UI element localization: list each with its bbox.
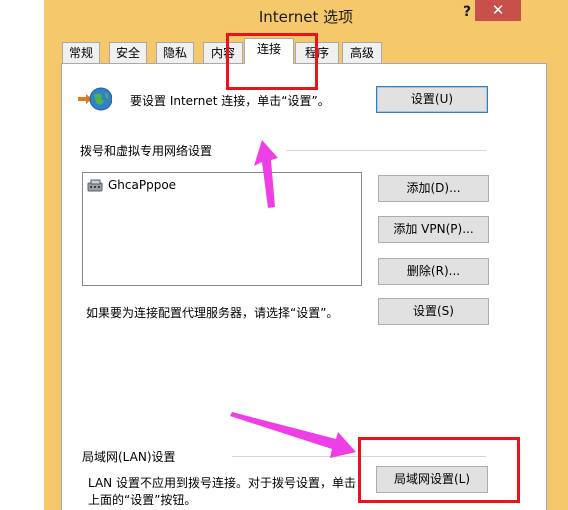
arrow-to-lan-button <box>230 412 356 458</box>
annotation-arrows <box>230 140 356 458</box>
arrow-to-tab <box>254 140 278 208</box>
